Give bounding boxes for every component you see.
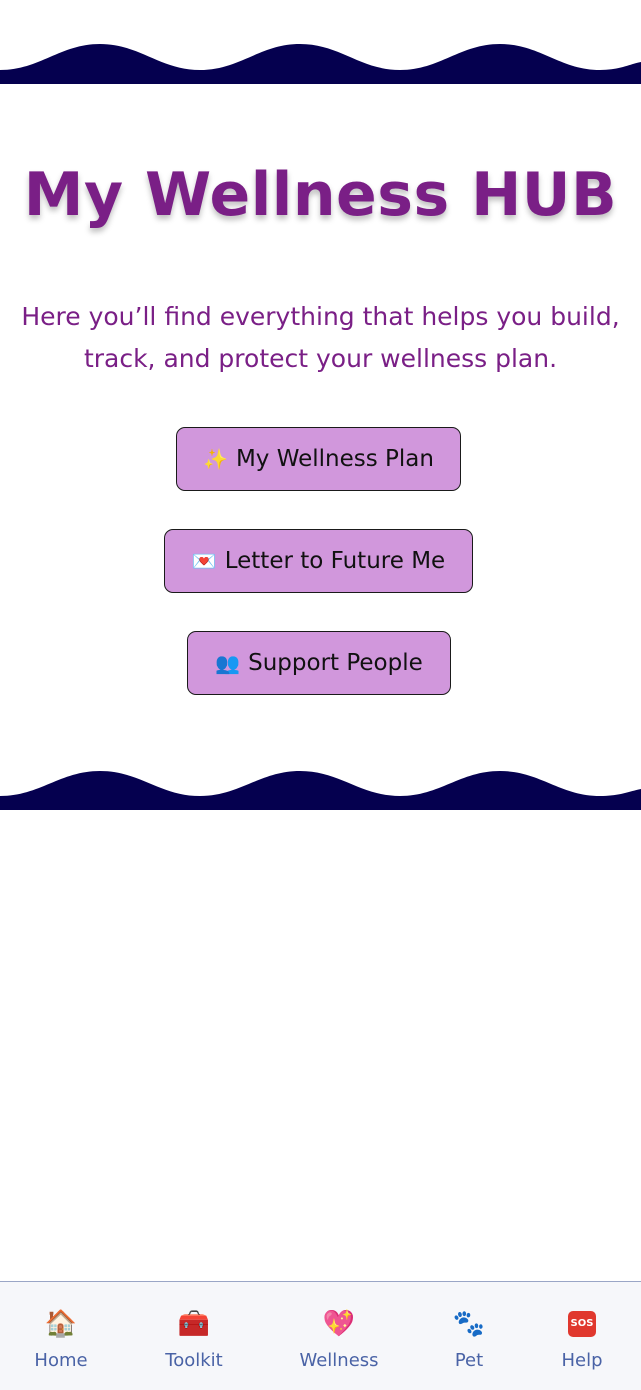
- my-wellness-plan-label: My Wellness Plan: [235, 446, 434, 472]
- paw-prints-icon: 🐾: [452, 1309, 486, 1339]
- house-icon: 🏠: [44, 1309, 78, 1339]
- tab-toolkit-label: Toolkit: [165, 1350, 223, 1371]
- support-people-button[interactable]: 👥 Support People: [187, 631, 451, 695]
- sos-icon: SOS: [568, 1311, 596, 1337]
- page-subtitle: Here you’ll find everything that helps y…: [21, 302, 620, 373]
- people-icon: 👥: [215, 651, 241, 675]
- letter-to-future-me-label: Letter to Future Me: [224, 548, 446, 574]
- tab-help-label: Help: [561, 1350, 603, 1371]
- tab-pet-label: Pet: [454, 1350, 484, 1371]
- tab-toolkit[interactable]: 🧰 Toolkit: [139, 1282, 249, 1390]
- tab-wellness-label: Wellness: [299, 1350, 379, 1371]
- support-people-label: Support People: [248, 650, 423, 676]
- love-letter-icon: 💌: [191, 549, 217, 573]
- tab-wellness[interactable]: 💖 Wellness: [284, 1282, 394, 1390]
- sparkling-heart-icon: 💖: [322, 1309, 356, 1339]
- bottom-tab-bar: 🏠 Home 🧰 Toolkit 💖 Wellness 🐾 Pet SOS He…: [0, 1282, 641, 1390]
- my-wellness-plan-button[interactable]: ✨ My Wellness Plan: [176, 427, 461, 491]
- bottom-wave-decoration: [0, 771, 641, 810]
- tab-home[interactable]: 🏠 Home: [6, 1282, 116, 1390]
- page-title: My Wellness HUB: [23, 160, 618, 230]
- letter-to-future-me-button[interactable]: 💌 Letter to Future Me: [164, 529, 473, 593]
- top-wave-decoration: [0, 44, 641, 84]
- tab-pet[interactable]: 🐾 Pet: [414, 1282, 524, 1390]
- tab-help[interactable]: SOS Help: [527, 1282, 637, 1390]
- toolbox-icon: 🧰: [177, 1309, 211, 1339]
- sparkles-icon: ✨: [203, 447, 228, 471]
- tab-home-label: Home: [34, 1350, 88, 1371]
